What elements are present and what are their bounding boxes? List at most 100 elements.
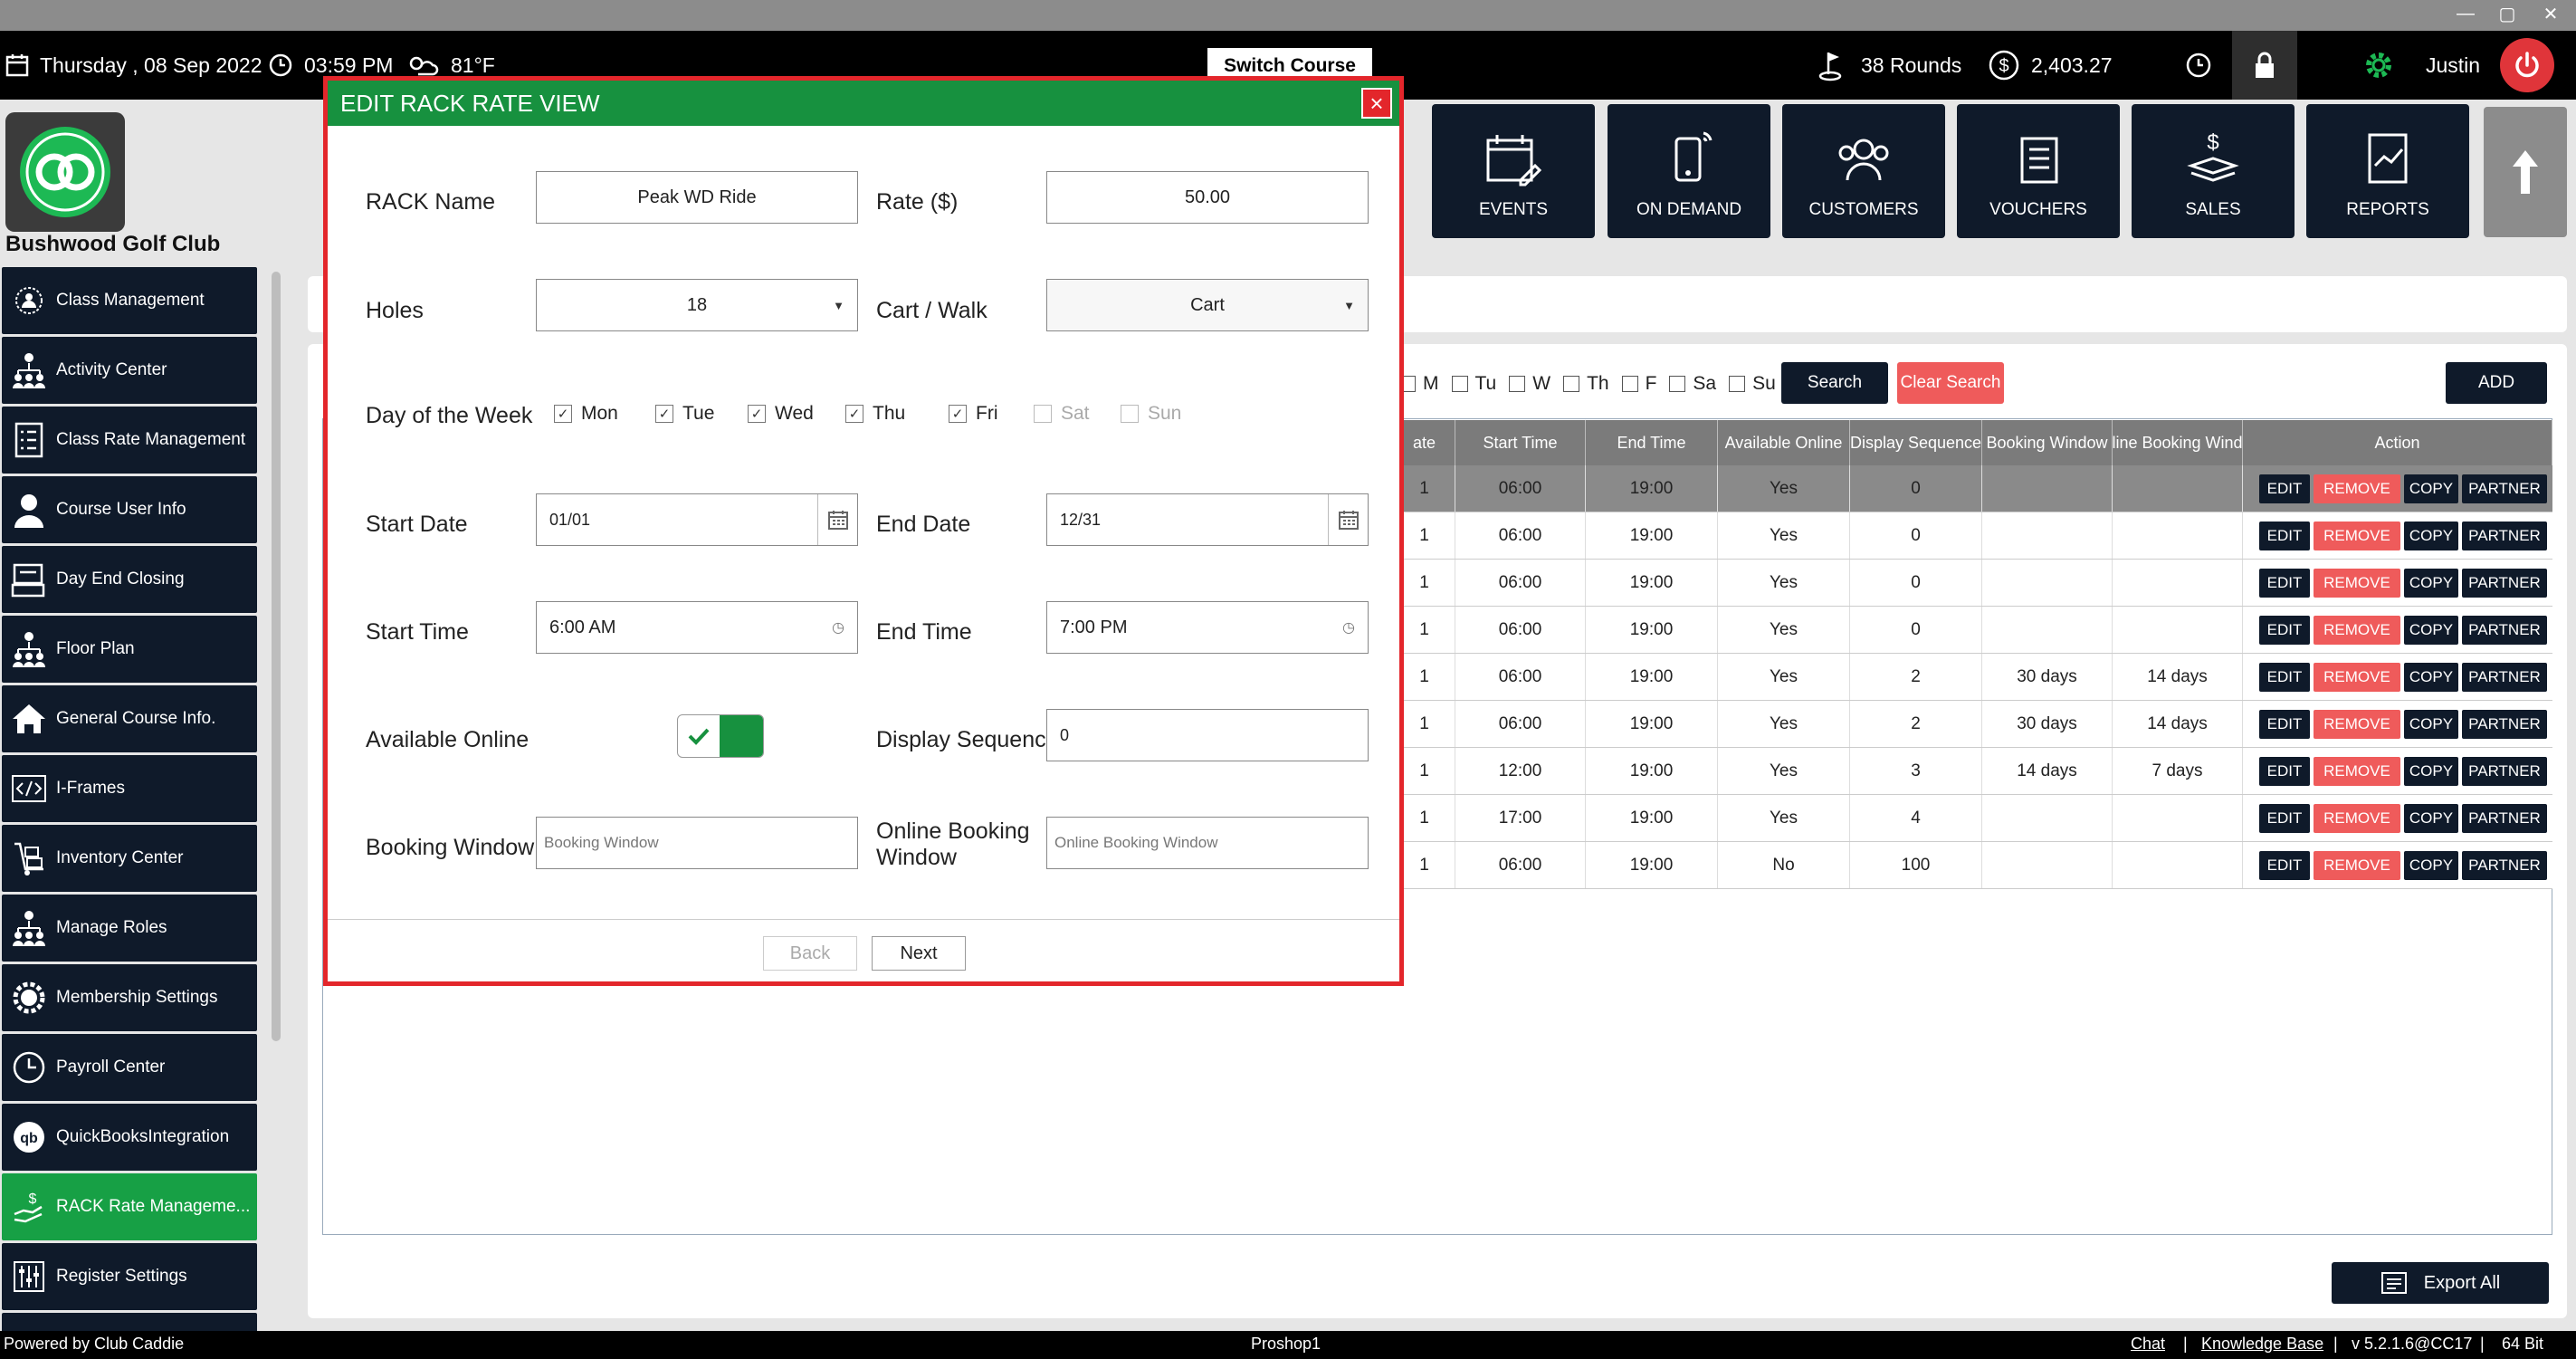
sidebar-item-class-rate-management[interactable]: Class Rate Management (2, 407, 257, 474)
tile-events[interactable]: EVENTS (1432, 104, 1595, 238)
user-name[interactable]: Justin (2426, 31, 2480, 100)
day-checkbox-sun[interactable]: Sun (1121, 403, 1181, 425)
partner-button[interactable]: PARTNER (2462, 757, 2547, 786)
lock-icon[interactable] (2232, 31, 2297, 100)
copy-button[interactable]: COPY (2404, 710, 2458, 739)
table-row[interactable]: 1 06:00 19:00 Yes 2 30 days 14 days EDIT REMOVE C… (1394, 654, 2552, 701)
day-checkbox-sat[interactable]: Sat (1034, 403, 1090, 425)
copy-button[interactable]: COPY (2404, 522, 2458, 550)
calendar-icon[interactable] (817, 494, 857, 545)
copy-button[interactable]: COPY (2404, 474, 2458, 503)
close-window-icon[interactable]: ✕ (2534, 0, 2567, 27)
table-row[interactable]: 1 06:00 19:00 Yes 2 30 days 14 days EDIT REMOVE C… (1394, 701, 2552, 748)
sidebar-item-quickbooks-integration[interactable]: qb QuickBooksIntegration (2, 1104, 257, 1171)
table-row[interactable]: 1 17:00 19:00 Yes 4 EDIT REMOVE COPY PARTNER (1394, 795, 2552, 842)
add-button[interactable]: ADD (2446, 362, 2547, 404)
sidebar-item-i-frames[interactable]: I-Frames (2, 755, 257, 822)
booking-window-input[interactable]: Booking Window (536, 817, 858, 869)
day-checkbox-fri[interactable]: ✓ Fri (949, 403, 998, 425)
chat-link[interactable]: Chat (2131, 1335, 2165, 1354)
remove-button[interactable]: REMOVE (2314, 851, 2400, 880)
day-filter-tu[interactable]: Tu (1451, 373, 1496, 395)
tile-on-demand[interactable]: ON DEMAND (1608, 104, 1770, 238)
start-date-input[interactable]: 01/01 (536, 493, 858, 546)
sidebar-scrollbar[interactable] (272, 272, 281, 1041)
remove-button[interactable]: REMOVE (2314, 474, 2400, 503)
day-filter-th[interactable]: Th (1563, 373, 1609, 395)
edit-button[interactable]: EDIT (2259, 804, 2310, 833)
remove-button[interactable]: REMOVE (2314, 569, 2400, 598)
copy-button[interactable]: COPY (2404, 804, 2458, 833)
sidebar-item-floor-plan[interactable]: Floor Plan (2, 616, 257, 683)
sidebar-item-activity-center[interactable]: Activity Center (2, 337, 257, 404)
end-time-input[interactable]: 7:00 PM ◷ (1046, 601, 1369, 654)
remove-button[interactable]: REMOVE (2314, 710, 2400, 739)
display-sequence-input[interactable]: 0 (1046, 709, 1369, 761)
sidebar-item-inventory-center[interactable]: Inventory Center (2, 825, 257, 892)
day-filter-sa[interactable]: Sa (1669, 373, 1716, 395)
partner-button[interactable]: PARTNER (2462, 663, 2547, 692)
sidebar-item-class-management[interactable]: Class Management (2, 267, 257, 334)
copy-button[interactable]: COPY (2404, 569, 2458, 598)
day-filter-su[interactable]: Su (1729, 373, 1776, 395)
copy-button[interactable]: COPY (2404, 851, 2458, 880)
edit-button[interactable]: EDIT (2259, 474, 2310, 503)
day-checkbox-mon[interactable]: ✓ Mon (554, 403, 618, 425)
remove-button[interactable]: REMOVE (2314, 663, 2400, 692)
power-button[interactable] (2500, 38, 2554, 92)
cart-walk-select[interactable]: Cart ▼ (1046, 279, 1369, 331)
minimize-icon[interactable]: — (2449, 0, 2482, 27)
tile-vouchers[interactable]: VOUCHERS (1957, 104, 2120, 238)
remove-button[interactable]: REMOVE (2314, 804, 2400, 833)
copy-button[interactable]: COPY (2404, 616, 2458, 645)
start-time-input[interactable]: 6:00 AM ◷ (536, 601, 858, 654)
remove-button[interactable]: REMOVE (2314, 616, 2400, 645)
sidebar-item-day-end-closing[interactable]: Day End Closing (2, 546, 257, 613)
export-all-button[interactable]: Export All (2332, 1262, 2549, 1304)
holes-select[interactable]: 18 ▼ (536, 279, 858, 331)
day-checkbox-wed[interactable]: ✓ Wed (748, 403, 814, 425)
table-row[interactable]: 1 06:00 19:00 No 100 EDIT REMOVE COPY PARTNER (1394, 842, 2552, 889)
tile-reports[interactable]: REPORTS (2306, 104, 2469, 238)
rack-name-input[interactable]: Peak WD Ride (536, 171, 858, 224)
partner-button[interactable]: PARTNER (2462, 569, 2547, 598)
tile-sales[interactable]: $ SALES (2132, 104, 2295, 238)
copy-button[interactable]: COPY (2404, 757, 2458, 786)
end-date-input[interactable]: 12/31 (1046, 493, 1369, 546)
sidebar-item-general-course-info[interactable]: General Course Info. (2, 685, 257, 752)
sidebar-item-manage-roles[interactable]: Manage Roles (2, 895, 257, 962)
partner-button[interactable]: PARTNER (2462, 522, 2547, 550)
edit-button[interactable]: EDIT (2259, 616, 2310, 645)
sidebar-item-membership-settings[interactable]: Membership Settings (2, 964, 257, 1031)
gear-icon[interactable] (2362, 31, 2395, 100)
available-online-toggle[interactable] (677, 714, 764, 758)
history-clock-icon[interactable] (2185, 31, 2212, 100)
sidebar-item-register-settings[interactable]: Register Settings (2, 1243, 257, 1310)
edit-button[interactable]: EDIT (2259, 522, 2310, 550)
day-filter-m[interactable]: M (1399, 373, 1439, 395)
back-button[interactable]: Back (763, 936, 857, 971)
day-checkbox-tue[interactable]: ✓ Tue (655, 403, 714, 425)
remove-button[interactable]: REMOVE (2314, 757, 2400, 786)
partner-button[interactable]: PARTNER (2462, 851, 2547, 880)
edit-button[interactable]: EDIT (2259, 663, 2310, 692)
table-row[interactable]: 1 12:00 19:00 Yes 3 14 days 7 days EDIT REMOVE CO… (1394, 748, 2552, 795)
online-booking-window-input[interactable]: Online Booking Window (1046, 817, 1369, 869)
edit-button[interactable]: EDIT (2259, 569, 2310, 598)
clock-icon[interactable]: ◷ (832, 618, 844, 636)
partner-button[interactable]: PARTNER (2462, 710, 2547, 739)
day-filter-f[interactable]: F (1621, 373, 1656, 395)
table-row[interactable]: 1 06:00 19:00 Yes 0 EDIT REMOVE COPY PARTNER (1394, 607, 2552, 654)
edit-button[interactable]: EDIT (2259, 757, 2310, 786)
copy-button[interactable]: COPY (2404, 663, 2458, 692)
day-checkbox-thu[interactable]: ✓ Thu (845, 403, 905, 425)
remove-button[interactable]: REMOVE (2314, 522, 2400, 550)
modal-close-button[interactable]: × (1361, 88, 1392, 119)
table-row[interactable]: 1 06:00 19:00 Yes 0 EDIT REMOVE COPY PARTNER (1394, 560, 2552, 607)
sidebar-item-rack-rate-management[interactable]: $ RACK Rate Manageme... (2, 1173, 257, 1240)
partner-button[interactable]: PARTNER (2462, 616, 2547, 645)
clear-search-button[interactable]: Clear Search (1897, 362, 2004, 404)
sidebar-item-partial[interactable] (2, 1313, 257, 1331)
scroll-up-button[interactable] (2484, 107, 2567, 237)
calendar-icon[interactable] (1328, 494, 1368, 545)
